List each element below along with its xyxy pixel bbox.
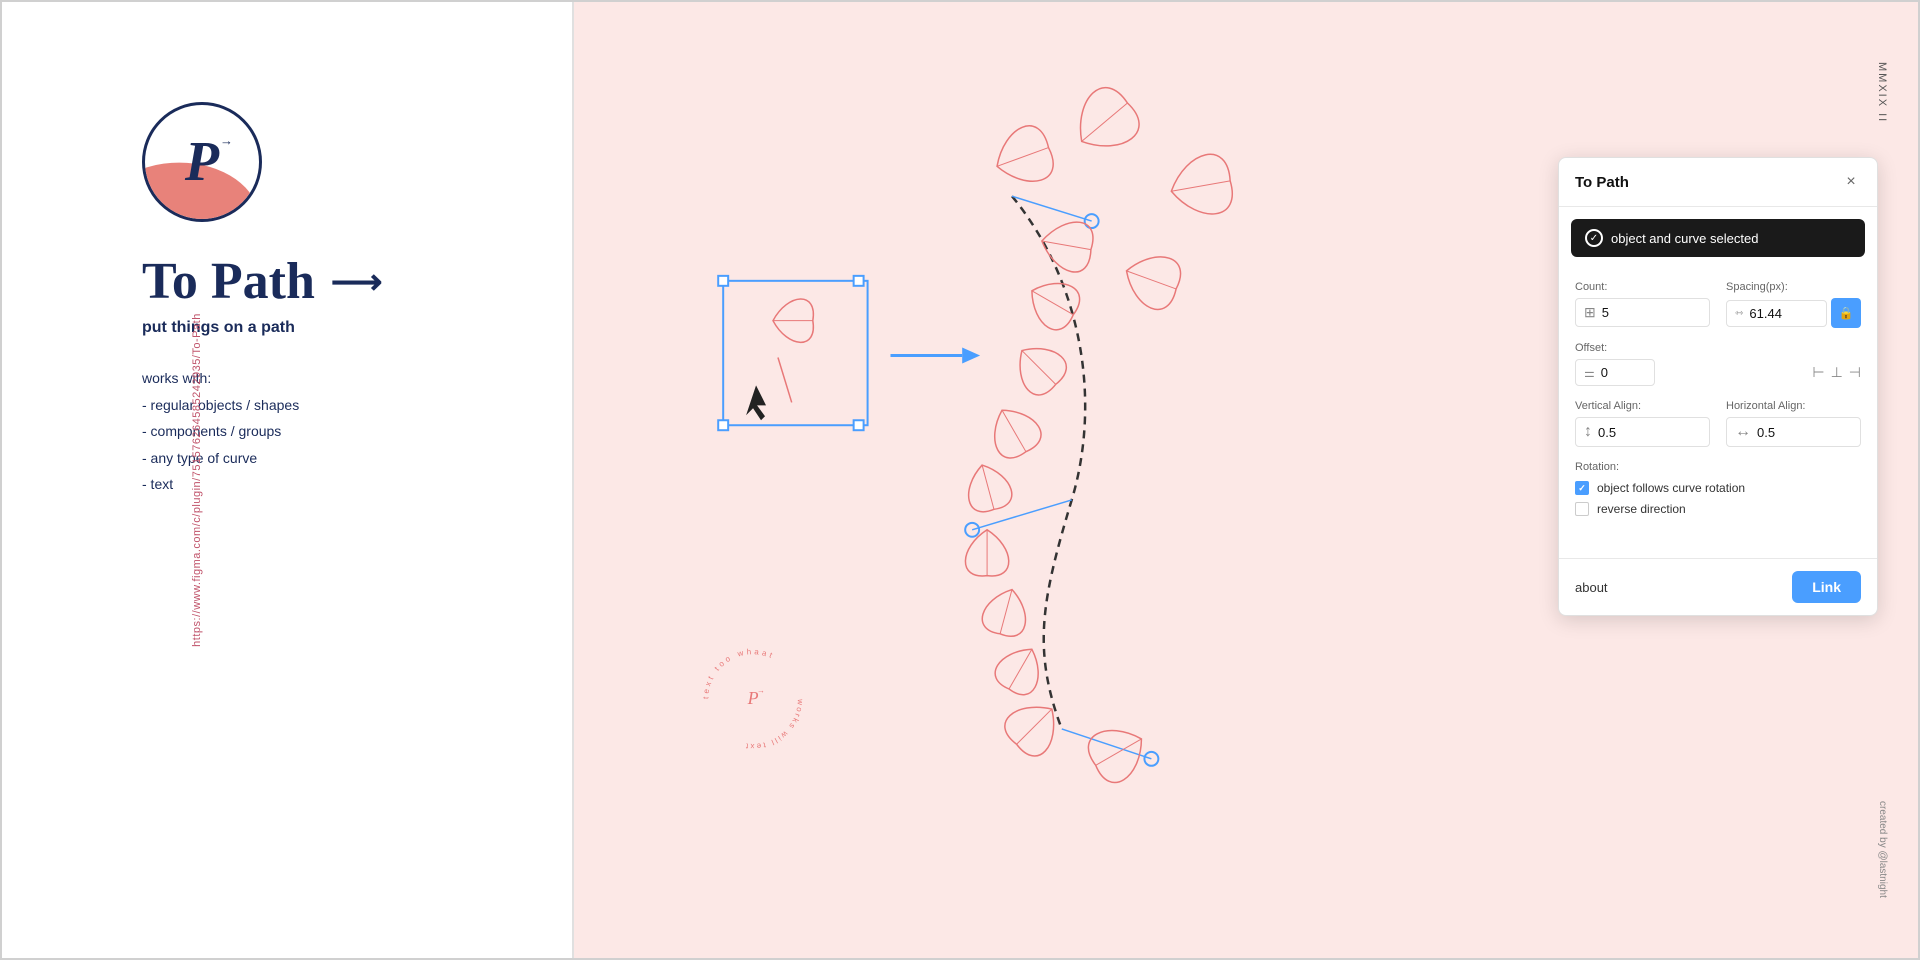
follows-curve-row: ✓ object follows curve rotation: [1575, 481, 1861, 495]
title-arrow-icon: ⟶: [331, 261, 383, 303]
side-url: https://www.figma.com/c/plugin/751576264…: [191, 313, 203, 647]
lock-icon: 🔒: [1839, 306, 1854, 320]
status-text: object and curve selected: [1611, 231, 1758, 246]
svg-text:→: →: [757, 686, 765, 695]
vertical-align-value: 0.5: [1598, 425, 1701, 440]
panel-body: Count: ⊞ 5 Spacing(px): ⇿ 61.44: [1559, 269, 1877, 548]
vertical-align-label: Vertical Align:: [1575, 400, 1710, 412]
works-item-4: - text: [142, 471, 299, 498]
offset-input[interactable]: ⚌ 0: [1575, 359, 1655, 386]
horizontal-align-input[interactable]: ↔ 0.5: [1726, 417, 1861, 447]
align-right-icon[interactable]: ⊣: [1849, 364, 1861, 381]
panel-title: To Path: [1575, 174, 1629, 191]
works-with-section: works with: - regular objects / shapes -…: [142, 365, 299, 498]
reverse-direction-row: reverse direction: [1575, 502, 1861, 516]
follows-curve-checkbox[interactable]: ✓: [1575, 481, 1589, 495]
close-button[interactable]: ×: [1841, 172, 1861, 192]
plugin-panel: To Path × object and curve selected Coun…: [1558, 157, 1878, 616]
main-title: To Path ⟶: [142, 252, 383, 311]
spacing-value: 61.44: [1749, 306, 1818, 321]
left-panel: https://www.figma.com/c/plugin/751576264…: [2, 2, 572, 958]
lines-icon: ⚌: [1584, 366, 1595, 380]
align-center-icon[interactable]: ⊥: [1831, 364, 1843, 381]
vertical-arrows-icon: ↕: [1584, 423, 1592, 441]
follows-curve-label: object follows curve rotation: [1597, 481, 1745, 495]
rotation-label: Rotation:: [1575, 461, 1861, 473]
logo-arrow-icon: →: [220, 133, 233, 148]
about-link[interactable]: about: [1575, 580, 1608, 595]
grid-icon: ⊞: [1584, 304, 1596, 321]
vertical-align-group: Vertical Align: ↕ 0.5: [1575, 400, 1710, 447]
panel-header: To Path ×: [1559, 158, 1877, 207]
count-spacing-row: Count: ⊞ 5 Spacing(px): ⇿ 61.44: [1575, 281, 1861, 328]
app-frame: https://www.figma.com/c/plugin/751576264…: [0, 0, 1920, 960]
reverse-direction-label: reverse direction: [1597, 502, 1686, 516]
align-icons: ⊢ ⊥ ⊣: [1812, 364, 1861, 381]
rotation-section: Rotation: ✓ object follows curve rotatio…: [1575, 461, 1861, 516]
check-circle-icon: [1585, 229, 1603, 247]
works-item-2: - components / groups: [142, 418, 299, 445]
lock-button[interactable]: 🔒: [1831, 298, 1861, 328]
subtitle: put things on a path: [142, 319, 295, 337]
offset-row: Offset: ⚌ 0 ⊢ ⊥ ⊣: [1575, 342, 1861, 386]
vertical-align-input[interactable]: ↕ 0.5: [1575, 417, 1710, 447]
panel-footer: about Link: [1559, 558, 1877, 615]
reverse-direction-checkbox[interactable]: [1575, 502, 1589, 516]
offset-label: Offset:: [1575, 342, 1861, 354]
spacing-input[interactable]: ⇿ 61.44: [1726, 300, 1827, 327]
title-text: To Path: [142, 252, 315, 311]
count-value: 5: [1602, 305, 1701, 320]
spacing-label: Spacing(px):: [1726, 281, 1861, 293]
works-with-heading: works with:: [142, 365, 299, 392]
count-input[interactable]: ⊞ 5: [1575, 298, 1710, 327]
count-label: Count:: [1575, 281, 1710, 293]
works-item-3: - any type of curve: [142, 445, 299, 472]
horizontal-arrows-icon: ↔: [1735, 423, 1751, 441]
status-bar: object and curve selected: [1571, 219, 1865, 257]
count-group: Count: ⊞ 5: [1575, 281, 1710, 328]
logo-circle: P →: [142, 102, 262, 222]
offset-controls: ⚌ 0 ⊢ ⊥ ⊣: [1575, 359, 1861, 386]
link-button[interactable]: Link: [1792, 571, 1861, 603]
works-item-1: - regular objects / shapes: [142, 392, 299, 419]
align-left-icon[interactable]: ⊢: [1812, 364, 1824, 381]
canvas-area: MMXIX II created by @lastnight: [574, 2, 1918, 958]
check-icon: ✓: [1578, 483, 1586, 494]
align-row: Vertical Align: ↕ 0.5 Horizontal Align: …: [1575, 400, 1861, 447]
spacing-group: Spacing(px): ⇿ 61.44 🔒: [1726, 281, 1861, 328]
horizontal-align-label: Horizontal Align:: [1726, 400, 1861, 412]
horizontal-align-value: 0.5: [1757, 425, 1852, 440]
horizontal-align-group: Horizontal Align: ↔ 0.5: [1726, 400, 1861, 447]
spacing-icon: ⇿: [1735, 308, 1743, 319]
svg-text:text too whaat: text too whaat: [701, 647, 776, 699]
logo-letter: P: [185, 130, 219, 194]
offset-value: 0: [1601, 365, 1646, 380]
